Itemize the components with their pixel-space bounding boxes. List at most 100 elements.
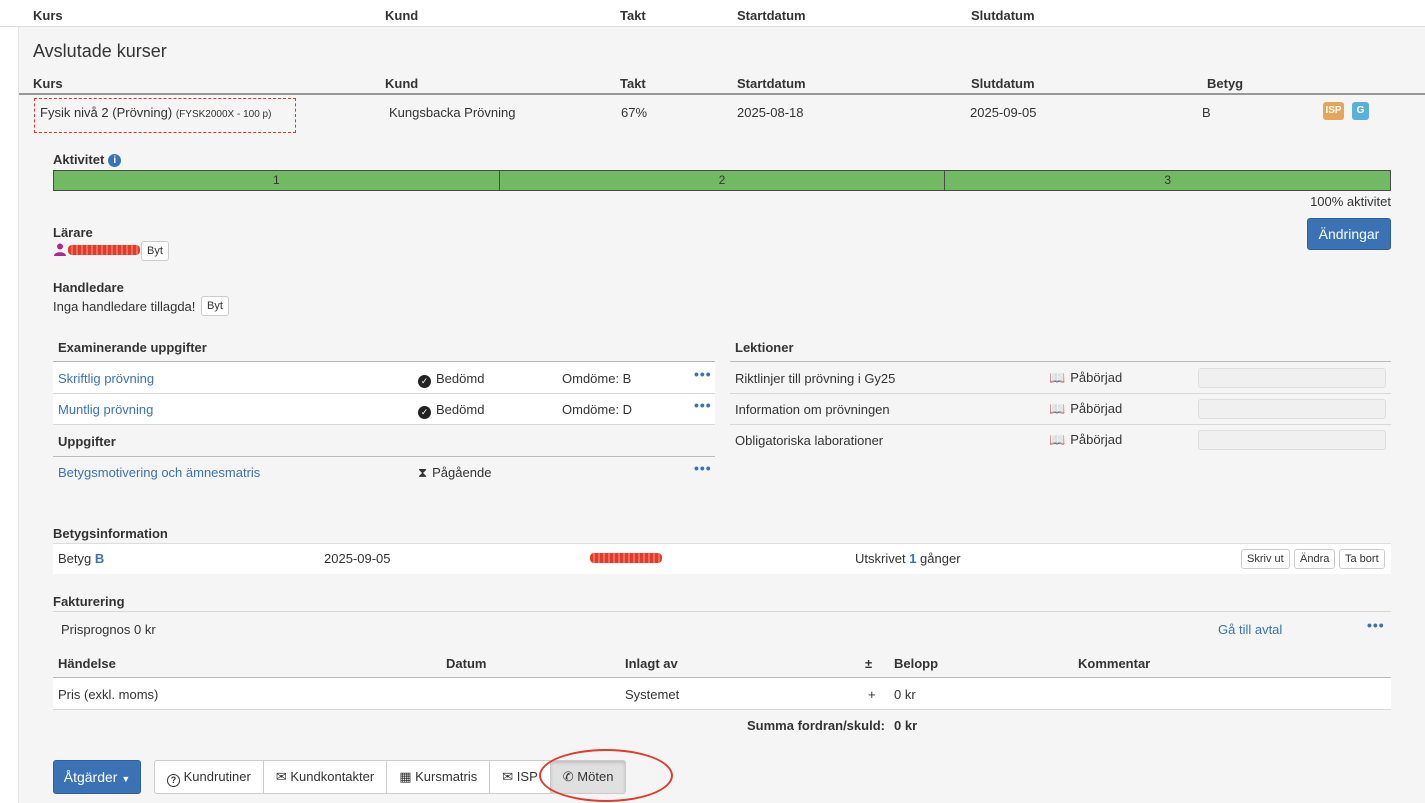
- col-kurs: Kurs: [33, 8, 63, 23]
- lesson-name[interactable]: Obligatoriska laborationer: [735, 433, 883, 448]
- user-icon: [54, 243, 66, 259]
- col-date: Datum: [446, 656, 487, 671]
- price-forecast: Prisprognos 0 kr: [61, 622, 156, 637]
- delete-grade-button[interactable]: Ta bort: [1339, 549, 1385, 569]
- question-circle-icon: ?: [167, 774, 180, 787]
- divider: [730, 424, 1391, 425]
- col-startdatum: Startdatum: [737, 8, 806, 23]
- actions-dropdown[interactable]: Åtgärder ▼: [53, 760, 141, 794]
- redacted-teacher-name: [68, 245, 140, 255]
- course-name[interactable]: Fysik nivå 2 (Prövning) (FYSK2000X - 100…: [40, 105, 271, 120]
- redacted-name: [590, 553, 662, 563]
- lesson-name[interactable]: Information om prövningen: [735, 402, 890, 417]
- col-slutdatum: Slutdatum: [971, 8, 1035, 23]
- status-text: Pågående: [432, 465, 492, 480]
- g-badge[interactable]: G: [1352, 102, 1369, 120]
- envelope-icon: ✉: [275, 769, 287, 784]
- course-title: Fysik nivå 2 (Prövning): [40, 105, 173, 120]
- status-text: Påbörjad: [1070, 432, 1123, 447]
- course-matrix-button[interactable]: ▦ Kursmatris: [387, 761, 491, 793]
- task-assessment: Omdöme: B: [562, 371, 632, 386]
- lesson-status: 📖 Påbörjad: [1049, 432, 1122, 448]
- divider: [53, 456, 715, 457]
- hourglass-icon: ⧗: [418, 465, 428, 480]
- col-comment: Kommentar: [1078, 656, 1151, 671]
- lesson-progress-box: [1198, 399, 1386, 419]
- printed-count: Utskrivet 1 gånger: [855, 551, 961, 566]
- billing-added-by: Systemet: [625, 687, 680, 702]
- table-row: [53, 678, 1391, 709]
- book-icon: 📖: [1049, 370, 1066, 385]
- meetings-highlight-annotation: [539, 749, 673, 802]
- col-amount: Belopp: [894, 656, 939, 671]
- section-title: Avslutade kurser: [33, 41, 167, 61]
- grade-date: 2025-09-05: [324, 551, 391, 566]
- grade-letter: B: [94, 551, 105, 566]
- divider: [730, 361, 1391, 362]
- customer-routines-button[interactable]: ? Kundrutiner: [155, 761, 264, 793]
- status-text: Bedömd: [436, 371, 485, 386]
- activity-label: Aktivitet i: [53, 152, 122, 167]
- change-teacher-button[interactable]: Byt: [141, 241, 169, 261]
- printed-number: 1: [909, 551, 917, 566]
- changes-button[interactable]: Ändringar: [1307, 218, 1391, 250]
- change-supervisor-button[interactable]: Byt: [201, 296, 229, 316]
- lesson-name[interactable]: Riktlinjer till prövning i Gy25: [735, 371, 895, 386]
- task-link[interactable]: Betygsmotivering och ämnesmatris: [58, 465, 260, 480]
- edit-grade-button[interactable]: Ändra: [1294, 549, 1336, 569]
- exam-task-link[interactable]: Muntlig prövning: [58, 402, 153, 417]
- col-sign: ±: [865, 656, 873, 671]
- course-start: 2025-08-18: [737, 105, 804, 120]
- divider: [53, 424, 715, 425]
- col-kund: Kund: [385, 8, 419, 23]
- course-grade: B: [1202, 105, 1211, 120]
- divider: [730, 393, 1391, 394]
- grade-prefix: Betyg: [58, 551, 92, 566]
- lesson-status: 📖 Påbörjad: [1049, 370, 1122, 386]
- activity-summary: 100% aktivitet: [1310, 194, 1391, 209]
- tasks-title: Uppgifter: [58, 434, 116, 449]
- agreement-link[interactable]: Gå till avtal: [1218, 622, 1282, 637]
- lesson-progress-box: [1198, 368, 1386, 388]
- button-label: Kundkontakter: [290, 769, 375, 784]
- lessons-title: Lektioner: [735, 340, 794, 355]
- caret-down-icon: ▼: [121, 774, 131, 784]
- envelope-icon: ✉: [502, 769, 514, 784]
- task-assessment: Omdöme: D: [562, 402, 633, 417]
- grid-icon: ▦: [399, 769, 412, 784]
- sum-label: Summa fordran/skuld:: [747, 718, 885, 733]
- info-icon[interactable]: i: [108, 154, 122, 167]
- check-circle-icon: ✓: [418, 406, 431, 419]
- isp-badge[interactable]: ISP: [1323, 102, 1344, 120]
- button-label: ISP: [516, 769, 538, 784]
- col-betyg: Betyg: [1207, 76, 1244, 91]
- grade-info-title: Betygsinformation: [53, 526, 168, 541]
- book-icon: 📖: [1049, 432, 1066, 447]
- col-takt: Takt: [620, 76, 646, 91]
- button-label: Kursmatris: [415, 769, 478, 784]
- exam-task-link[interactable]: Skriftlig prövning: [58, 371, 154, 386]
- status-text: Påbörjad: [1070, 370, 1123, 385]
- print-button[interactable]: Skriv ut: [1241, 549, 1290, 569]
- status-text: Påbörjad: [1070, 401, 1123, 416]
- more-options-icon[interactable]: •••: [694, 366, 712, 382]
- course-table-header: Kurs Kund Takt Startdatum Slutdatum Bety…: [19, 73, 1425, 95]
- panel-border: [18, 27, 19, 803]
- more-options-icon[interactable]: •••: [694, 460, 712, 476]
- col-event: Händelse: [58, 656, 116, 671]
- actions-dropdown-label: Åtgärder: [63, 769, 118, 785]
- course-customer: Kungsbacka Prövning: [389, 105, 516, 120]
- billing-amount: 0 kr: [894, 687, 916, 702]
- customer-contacts-button[interactable]: ✉ Kundkontakter: [264, 761, 388, 793]
- col-kurs: Kurs: [33, 76, 63, 91]
- printed-prefix: Utskrivet: [855, 551, 906, 566]
- billing-event: Pris (exkl. moms): [58, 687, 159, 702]
- sum-value: 0 kr: [894, 718, 918, 733]
- more-options-icon[interactable]: •••: [1367, 617, 1385, 633]
- more-options-icon[interactable]: •••: [694, 397, 712, 413]
- billing-sign: +: [868, 687, 876, 702]
- lesson-progress-box: [1198, 430, 1386, 450]
- lesson-status: 📖 Påbörjad: [1049, 401, 1122, 417]
- course-code: (FYSK2000X - 100 p): [175, 109, 272, 120]
- top-table-header: Kurs Kund Takt Startdatum Slutdatum: [0, 0, 1425, 27]
